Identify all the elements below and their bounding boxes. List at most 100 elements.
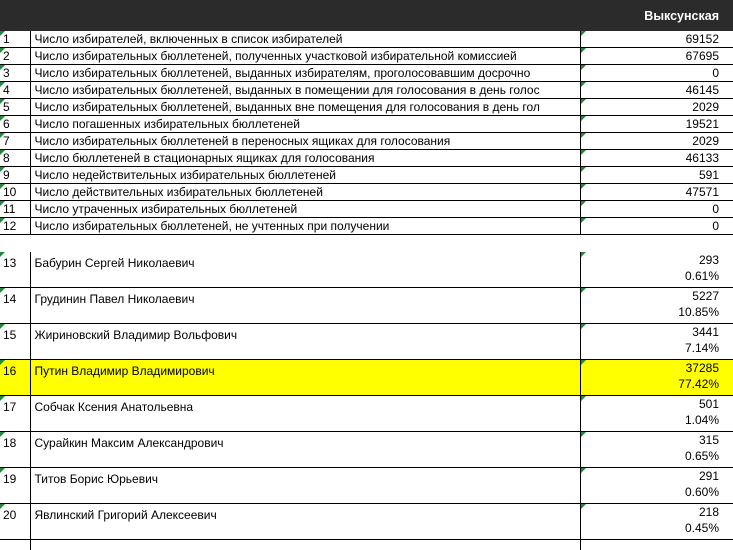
protocol-label[interactable]: Число бюллетеней в стационарных ящиках д… bbox=[30, 150, 580, 167]
candidate-votes: 291 bbox=[581, 468, 720, 484]
text-number-marker-icon bbox=[0, 201, 5, 206]
candidate-percent: 77.42% bbox=[581, 376, 720, 392]
candidate-result[interactable]: 34417.14% bbox=[580, 324, 733, 360]
candidate-row: 14 Грудинин Павел Николаевич522710.85% bbox=[0, 288, 733, 324]
text-number-marker-icon bbox=[0, 360, 5, 365]
protocol-value[interactable]: 46133 bbox=[580, 150, 733, 167]
protocol-value-text: 69152 bbox=[686, 32, 719, 46]
candidate-result[interactable]: 3150.65% bbox=[580, 432, 733, 468]
empty-cell[interactable] bbox=[0, 235, 30, 253]
protocol-value[interactable]: 0 bbox=[580, 65, 733, 82]
row-number[interactable]: 9 bbox=[0, 167, 30, 184]
empty-cell[interactable] bbox=[580, 235, 733, 253]
row-number[interactable]: 12 bbox=[0, 218, 30, 235]
protocol-value[interactable]: 0 bbox=[580, 201, 733, 218]
text-number-marker-icon bbox=[0, 396, 5, 401]
row-number[interactable]: 17 bbox=[0, 396, 30, 432]
candidate-name[interactable]: Собчак Ксения Анатольевна bbox=[30, 396, 580, 432]
results-table: Выксунская 1Число избирателей, включенны… bbox=[0, 0, 733, 550]
candidate-row: 20Явлинский Григорий Алексеевич2180.45% bbox=[0, 504, 733, 540]
row-number[interactable]: 3 bbox=[0, 65, 30, 82]
protocol-label[interactable]: Число избирательных бюллетеней, не учтен… bbox=[30, 218, 580, 235]
protocol-value[interactable]: 46145 bbox=[580, 82, 733, 99]
protocol-row: 2Число избирательных бюллетеней, получен… bbox=[0, 48, 733, 65]
text-number-marker-icon bbox=[0, 65, 5, 70]
row-number[interactable]: 7 bbox=[0, 133, 30, 150]
empty-row bbox=[0, 540, 733, 550]
protocol-value[interactable]: 591 bbox=[580, 167, 733, 184]
empty-cell[interactable] bbox=[30, 540, 580, 550]
row-number[interactable]: 16 bbox=[0, 360, 30, 396]
protocol-value[interactable]: 47571 bbox=[580, 184, 733, 201]
text-number-marker-icon bbox=[581, 432, 586, 437]
row-number[interactable]: 20 bbox=[0, 504, 30, 540]
protocol-row: 12 Число избирательных бюллетеней, не учт… bbox=[0, 218, 733, 235]
candidate-result[interactable]: 522710.85% bbox=[580, 288, 733, 324]
protocol-value[interactable]: 67695 bbox=[580, 48, 733, 65]
candidate-name[interactable]: Путин Владимир Владимирович bbox=[30, 360, 580, 396]
protocol-label[interactable]: Число погашенных избирательных бюллетене… bbox=[30, 116, 580, 133]
row-number-text: 12 bbox=[3, 219, 16, 233]
text-number-marker-icon bbox=[0, 468, 5, 473]
protocol-label[interactable]: Число недействительных избирательных бюл… bbox=[30, 167, 580, 184]
protocol-value[interactable]: 69152 bbox=[580, 31, 733, 48]
row-number[interactable]: 14 bbox=[0, 288, 30, 324]
row-number[interactable]: 6 bbox=[0, 116, 30, 133]
candidate-name[interactable]: Титов Борис Юрьевич bbox=[30, 468, 580, 504]
header-num-cell[interactable] bbox=[0, 0, 30, 31]
protocol-label[interactable]: Число действительных избирательных бюлле… bbox=[30, 184, 580, 201]
candidate-result[interactable]: 3728577.42% bbox=[580, 360, 733, 396]
row-number[interactable]: 8 bbox=[0, 150, 30, 167]
text-number-marker-icon bbox=[0, 133, 5, 138]
protocol-value[interactable]: 0 bbox=[580, 218, 733, 235]
candidate-name[interactable]: Бабурин Сергей Николаевич bbox=[30, 252, 580, 288]
text-number-marker-icon bbox=[0, 288, 5, 293]
row-number[interactable]: 4 bbox=[0, 82, 30, 99]
row-number[interactable]: 15 bbox=[0, 324, 30, 360]
row-number-text: 16 bbox=[3, 364, 16, 378]
candidate-name[interactable]: Жириновский Владимир Вольфович bbox=[30, 324, 580, 360]
candidate-percent: 1.04% bbox=[581, 412, 720, 428]
row-number[interactable]: 13 bbox=[0, 252, 30, 288]
protocol-value[interactable]: 2029 bbox=[580, 99, 733, 116]
empty-cell[interactable] bbox=[580, 540, 733, 550]
protocol-row: 1Число избирателей, включенных в список … bbox=[0, 31, 733, 48]
protocol-value[interactable]: 2029 bbox=[580, 133, 733, 150]
protocol-label[interactable]: Число утраченных избирательных бюллетене… bbox=[30, 201, 580, 218]
text-number-marker-icon bbox=[581, 184, 586, 189]
candidate-name[interactable]: Грудинин Павел Николаевич bbox=[30, 288, 580, 324]
candidate-row: 15Жириновский Владимир Вольфович34417.14… bbox=[0, 324, 733, 360]
candidate-name[interactable]: Сурайкин Максим Александрович bbox=[30, 432, 580, 468]
row-number[interactable]: 1 bbox=[0, 31, 30, 48]
protocol-value[interactable]: 19521 bbox=[580, 116, 733, 133]
row-number[interactable]: 5 bbox=[0, 99, 30, 116]
protocol-label[interactable]: Число избирательных бюллетеней, выданных… bbox=[30, 65, 580, 82]
protocol-label[interactable]: Число избирательных бюллетеней в перенос… bbox=[30, 133, 580, 150]
protocol-value-text: 0 bbox=[712, 202, 719, 216]
row-number[interactable]: 2 bbox=[0, 48, 30, 65]
candidate-row: 16 Путин Владимир Владимирович3728577.42% bbox=[0, 360, 733, 396]
protocol-label[interactable]: Число избирательных бюллетеней, полученн… bbox=[30, 48, 580, 65]
row-number-text: 14 bbox=[3, 292, 16, 306]
row-number[interactable]: 18 bbox=[0, 432, 30, 468]
text-number-marker-icon bbox=[581, 150, 586, 155]
candidate-result[interactable]: 2910.60% bbox=[580, 468, 733, 504]
text-number-marker-icon bbox=[581, 133, 586, 138]
protocol-row: 10Число действительных избирательных бюл… bbox=[0, 184, 733, 201]
text-number-marker-icon bbox=[0, 504, 5, 509]
row-number[interactable]: 19 bbox=[0, 468, 30, 504]
region-header[interactable]: Выксунская bbox=[580, 0, 733, 31]
empty-cell[interactable] bbox=[0, 540, 30, 550]
row-number[interactable]: 10 bbox=[0, 184, 30, 201]
protocol-label[interactable]: Число избирателей, включенных в список и… bbox=[30, 31, 580, 48]
empty-cell[interactable] bbox=[30, 235, 580, 253]
candidate-result[interactable]: 2930.61% bbox=[580, 252, 733, 288]
candidate-name[interactable]: Явлинский Григорий Алексеевич bbox=[30, 504, 580, 540]
candidate-result[interactable]: 5011.04% bbox=[580, 396, 733, 432]
row-number[interactable]: 11 bbox=[0, 201, 30, 218]
header-name-cell[interactable] bbox=[30, 0, 580, 31]
protocol-label[interactable]: Число избирательных бюллетеней, выданных… bbox=[30, 82, 580, 99]
protocol-label[interactable]: Число избирательных бюллетеней, выданных… bbox=[30, 99, 580, 116]
candidate-votes: 5227 bbox=[581, 288, 720, 304]
candidate-result[interactable]: 2180.45% bbox=[580, 504, 733, 540]
